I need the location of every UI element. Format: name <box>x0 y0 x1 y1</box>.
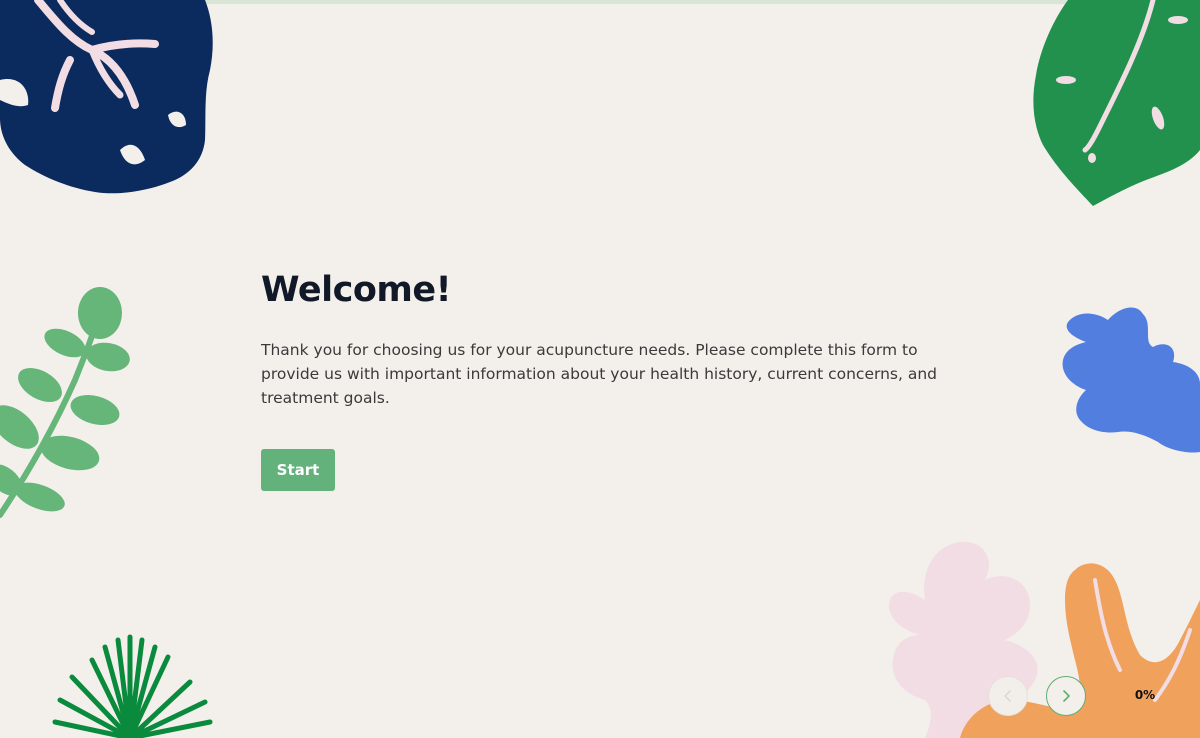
blue-leaf-decoration <box>1062 307 1200 453</box>
page-title: Welcome! <box>261 270 452 310</box>
green-monstera-leaf-decoration <box>1033 0 1200 206</box>
chevron-left-icon <box>1004 690 1011 702</box>
welcome-description: Thank you for choosing us for your acupu… <box>261 341 937 407</box>
form-page: Welcome! Thank you for choosing us for y… <box>0 0 1200 738</box>
green-palm-decoration <box>52 634 213 738</box>
chevron-right-icon <box>1063 690 1070 702</box>
previous-button[interactable] <box>988 676 1028 716</box>
start-button[interactable]: Start <box>261 449 335 491</box>
next-button[interactable] <box>1046 676 1086 716</box>
welcome-section: Welcome! Thank you for choosing us for y… <box>261 262 951 491</box>
green-branch-decoration <box>0 287 130 518</box>
navy-monstera-leaf-decoration <box>0 0 213 194</box>
progress-percent: 0% <box>1134 688 1156 702</box>
